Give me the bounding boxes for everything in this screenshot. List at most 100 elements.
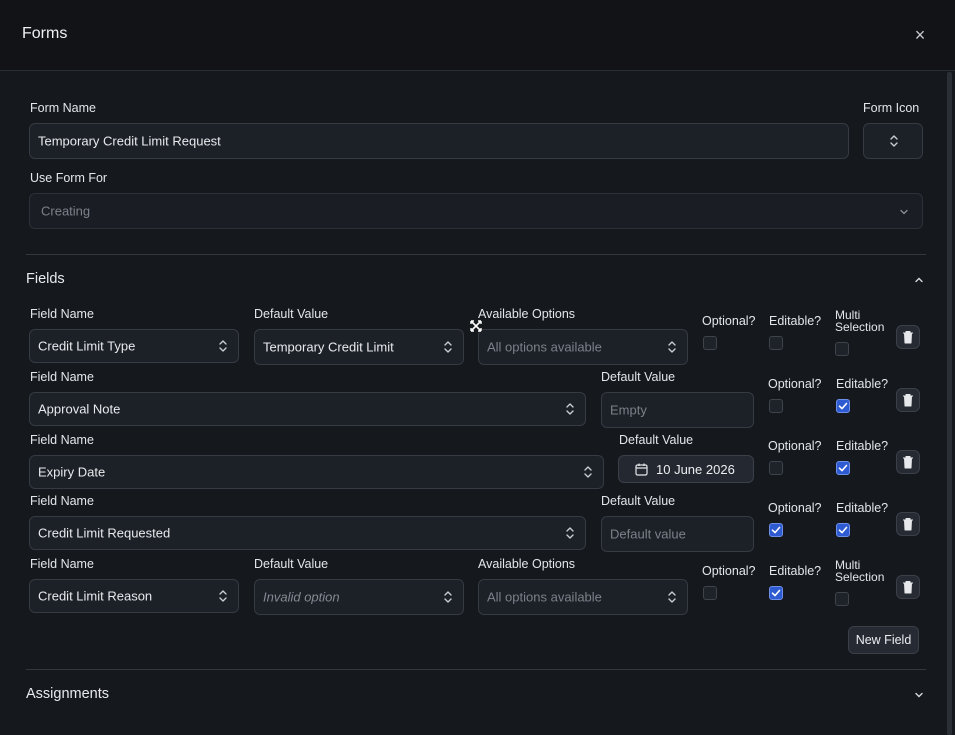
use-form-for-select[interactable]: Creating: [29, 193, 923, 229]
form-icon-select[interactable]: [863, 123, 923, 159]
default-value-text: Invalid option: [263, 589, 340, 605]
default-value-text: Temporary Credit Limit: [263, 339, 394, 355]
updown-icon: [890, 135, 898, 147]
field-name-select[interactable]: Approval Note: [29, 392, 586, 426]
available-options-label: Available Options: [478, 307, 576, 321]
updown-icon: [444, 591, 452, 603]
check-icon: [838, 526, 848, 534]
chevron-down-icon[interactable]: [913, 689, 925, 701]
updown-icon: [668, 341, 676, 353]
default-value-label: Default Value: [619, 433, 694, 447]
default-value-label: Default Value: [601, 370, 676, 384]
section-divider: [26, 669, 926, 670]
editable-label: Editable?: [769, 314, 822, 328]
form-name-label: Form Name: [30, 101, 96, 115]
delete-field-button[interactable]: [896, 450, 920, 474]
delete-field-button[interactable]: [896, 512, 920, 536]
updown-icon: [219, 590, 227, 602]
new-field-button[interactable]: New Field: [848, 626, 919, 654]
field-name-value: Credit Limit Requested: [38, 525, 171, 541]
field-name-label: Field Name: [30, 307, 94, 321]
trash-icon: [903, 518, 913, 531]
dialog-title: Forms: [22, 25, 68, 42]
optional-checkbox[interactable]: [769, 461, 783, 475]
optional-label: Optional?: [768, 439, 822, 453]
default-value-input[interactable]: Default value: [601, 516, 754, 552]
default-value-select[interactable]: Temporary Credit Limit: [254, 329, 464, 365]
section-divider: [26, 254, 926, 255]
scrollbar[interactable]: [947, 72, 952, 735]
editable-label: Editable?: [836, 439, 889, 453]
updown-icon: [566, 403, 574, 415]
updown-icon: [668, 591, 676, 603]
multi-selection-label: Multi Selection: [835, 559, 884, 583]
calendar-icon: [635, 463, 648, 476]
available-options-value: All options available: [487, 339, 602, 355]
default-value-label: Default Value: [254, 307, 329, 321]
chevron-up-icon[interactable]: [913, 274, 925, 286]
field-name-select[interactable]: Credit Limit Requested: [29, 516, 586, 550]
field-name-value: Credit Limit Type: [38, 338, 136, 354]
optional-checkbox[interactable]: [769, 399, 783, 413]
editable-checkbox[interactable]: [836, 523, 850, 537]
default-value-label: Default Value: [254, 557, 329, 571]
optional-label: Optional?: [768, 377, 822, 391]
multi-selection-checkbox[interactable]: [835, 592, 849, 606]
dialog-header: Forms ×: [0, 0, 955, 71]
updown-icon: [219, 340, 227, 352]
field-name-label: Field Name: [30, 370, 94, 384]
use-form-for-value: Creating: [41, 203, 91, 219]
multi-selection-checkbox[interactable]: [835, 342, 849, 356]
available-options-select[interactable]: All options available: [478, 329, 688, 365]
optional-label: Optional?: [768, 501, 822, 515]
field-name-select[interactable]: Credit Limit Reason: [29, 579, 239, 613]
optional-checkbox[interactable]: [703, 586, 717, 600]
editable-checkbox[interactable]: [769, 586, 783, 600]
optional-checkbox[interactable]: [769, 523, 783, 537]
delete-field-button[interactable]: [896, 388, 920, 412]
available-options-select[interactable]: All options available: [478, 579, 688, 615]
editable-checkbox[interactable]: [836, 399, 850, 413]
check-icon: [771, 526, 781, 534]
trash-icon: [903, 456, 913, 469]
field-name-select[interactable]: Credit Limit Type: [29, 329, 239, 363]
field-name-value: Credit Limit Reason: [38, 588, 153, 604]
multi-selection-label: Multi Selection: [835, 309, 884, 333]
available-options-value: All options available: [487, 589, 602, 605]
default-value-select[interactable]: Invalid option: [254, 579, 464, 615]
check-icon: [838, 402, 848, 410]
trash-icon: [903, 331, 913, 344]
default-value-label: Default Value: [601, 494, 676, 508]
delete-field-button[interactable]: [896, 325, 920, 349]
check-icon: [838, 464, 848, 472]
editable-label: Editable?: [769, 564, 822, 578]
date-picker-button[interactable]: 10 June 2026: [618, 455, 754, 483]
field-name-value: Expiry Date: [38, 464, 106, 480]
default-value-input[interactable]: Empty: [601, 392, 754, 428]
field-name-label: Field Name: [30, 557, 94, 571]
editable-label: Editable?: [836, 501, 889, 515]
field-name-select[interactable]: Expiry Date: [29, 455, 604, 489]
editable-checkbox[interactable]: [836, 461, 850, 475]
default-value-placeholder: Empty: [610, 402, 647, 418]
optional-label: Optional?: [702, 564, 756, 578]
editable-checkbox[interactable]: [769, 336, 783, 350]
optional-checkbox[interactable]: [703, 336, 717, 350]
fields-section-title: Fields: [26, 271, 65, 287]
form-name-input[interactable]: Temporary Credit Limit Request: [29, 123, 849, 159]
updown-icon: [444, 341, 452, 353]
form-icon-label: Form Icon: [863, 101, 920, 115]
close-icon[interactable]: ×: [910, 25, 930, 45]
multi-label-line2: Selection: [835, 320, 885, 334]
trash-icon: [903, 581, 913, 594]
cursor-icon: [470, 320, 482, 332]
assignments-section-title: Assignments: [26, 686, 110, 702]
available-options-label: Available Options: [478, 557, 576, 571]
use-form-for-label: Use Form For: [30, 171, 108, 185]
trash-icon: [903, 394, 913, 407]
date-value: 10 June 2026: [656, 462, 735, 477]
field-name-label: Field Name: [30, 433, 94, 447]
delete-field-button[interactable]: [896, 575, 920, 599]
field-name-label: Field Name: [30, 494, 94, 508]
editable-label: Editable?: [836, 377, 889, 391]
